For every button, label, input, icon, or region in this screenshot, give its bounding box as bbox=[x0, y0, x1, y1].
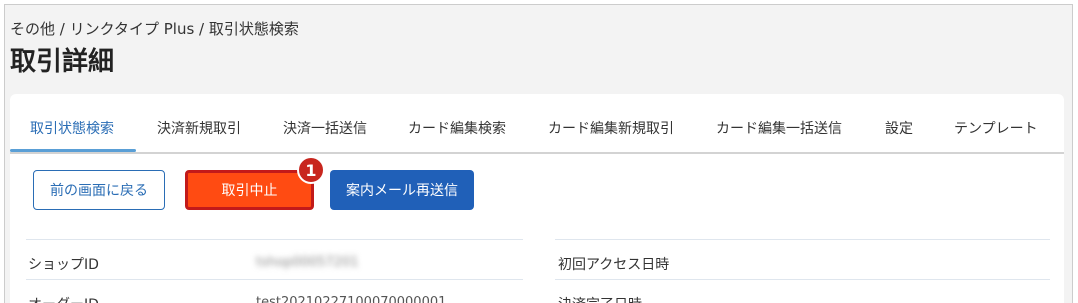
main-frame: その他 / リンクタイプ Plus / 取引状態検索 取引詳細 取引状態検索 決… bbox=[4, 4, 1073, 303]
tab-settings[interactable]: 設定 bbox=[885, 118, 913, 138]
shop-id-value: tshop00057201 bbox=[256, 255, 359, 270]
shop-id-label: ショップID bbox=[28, 257, 99, 273]
tab-bar: 取引状態検索 決済新規取引 決済一括送信 カード編集検索 カード編集新規取引 カ… bbox=[10, 94, 1064, 154]
row-divider bbox=[26, 279, 523, 280]
tab-new-payment[interactable]: 決済新規取引 bbox=[157, 118, 241, 138]
tab-card-edit-new[interactable]: カード編集新規取引 bbox=[548, 118, 674, 138]
tab-transaction-status-search[interactable]: 取引状態検索 bbox=[30, 118, 114, 138]
payment-complete-label: 決済完了日時 bbox=[558, 294, 642, 303]
resend-email-button[interactable]: 案内メール再送信 bbox=[330, 170, 474, 210]
row-divider bbox=[26, 239, 523, 240]
content-card: 取引状態検索 決済新規取引 決済一括送信 カード編集検索 カード編集新規取引 カ… bbox=[10, 94, 1064, 303]
page-title: 取引詳細 bbox=[10, 47, 115, 77]
active-tab-indicator bbox=[10, 149, 136, 152]
order-id-value: test20210227100070000001 bbox=[256, 295, 447, 303]
row-divider bbox=[555, 279, 1050, 280]
tab-template[interactable]: テンプレート bbox=[954, 118, 1038, 138]
row-divider bbox=[555, 239, 1050, 240]
first-access-label: 初回アクセス日時 bbox=[558, 257, 670, 273]
order-id-label: オーダーID bbox=[28, 294, 99, 303]
tab-payment-bulk-send[interactable]: 決済一括送信 bbox=[283, 118, 367, 138]
step-number-badge: 1 bbox=[297, 156, 325, 184]
tab-card-edit-bulk-send[interactable]: カード編集一括送信 bbox=[716, 118, 842, 138]
back-button[interactable]: 前の画面に戻る bbox=[33, 170, 165, 210]
breadcrumb: その他 / リンクタイプ Plus / 取引状態検索 bbox=[10, 20, 299, 38]
tab-card-edit-search[interactable]: カード編集検索 bbox=[408, 118, 506, 138]
cancel-transaction-button[interactable]: 取引中止 bbox=[185, 170, 314, 210]
